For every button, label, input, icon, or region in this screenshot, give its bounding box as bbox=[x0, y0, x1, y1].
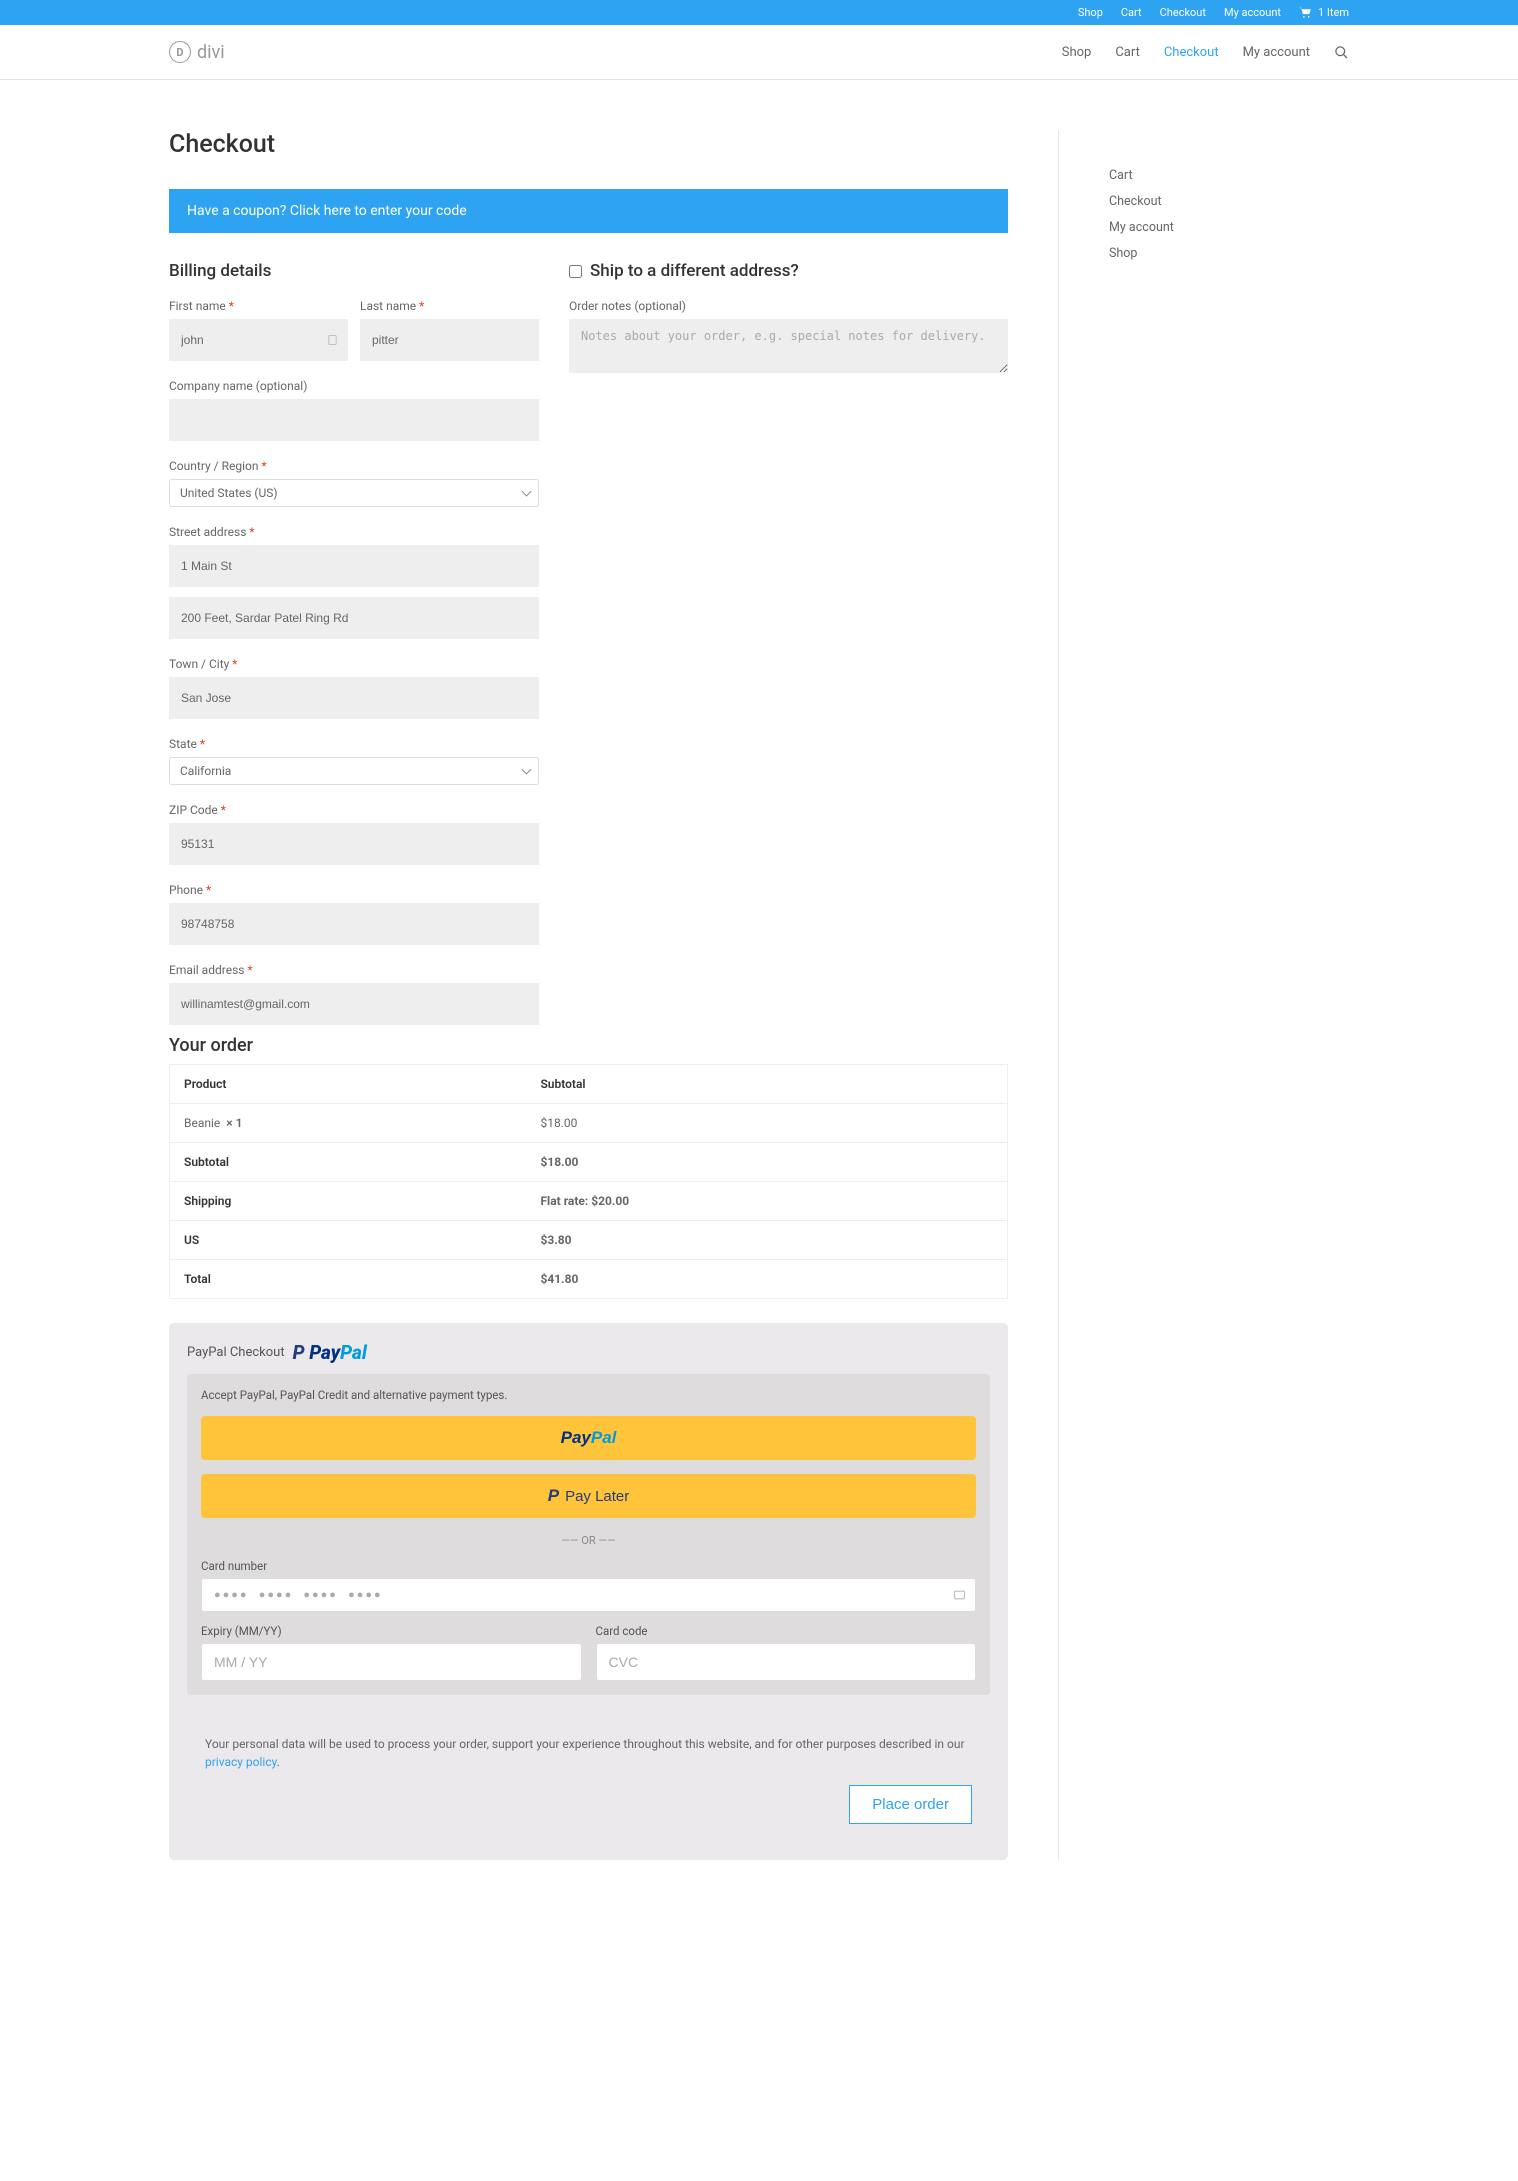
card-number-label: Card number bbox=[201, 1559, 976, 1573]
expiry-input[interactable] bbox=[201, 1643, 582, 1681]
paypal-mark-icon: P bbox=[548, 1486, 559, 1506]
order-table: Product Subtotal Beanie × 1 $18.00 Subto… bbox=[169, 1064, 1008, 1299]
order-item-subtotal: $18.00 bbox=[526, 1104, 1007, 1143]
payment-method-paypal[interactable]: PayPal Checkout P PayPal bbox=[187, 1341, 990, 1364]
nav-link-myaccount[interactable]: My account bbox=[1243, 45, 1310, 60]
paylater-button[interactable]: P Pay Later bbox=[201, 1474, 976, 1518]
cvc-label: Card code bbox=[596, 1624, 977, 1638]
nav-link-checkout[interactable]: Checkout bbox=[1164, 45, 1219, 60]
order-notes-label: Order notes (optional) bbox=[569, 299, 1008, 313]
street-input[interactable] bbox=[169, 545, 539, 587]
billing-heading: Billing details bbox=[169, 261, 539, 281]
cvc-input[interactable] bbox=[596, 1643, 977, 1681]
order-tax-label: US bbox=[170, 1221, 527, 1260]
order-total-label: Total bbox=[170, 1260, 527, 1299]
privacy-note: Your personal data will be used to proce… bbox=[187, 1717, 990, 1842]
sidebar-item-myaccount[interactable]: My account bbox=[1109, 220, 1349, 235]
page-title: Checkout bbox=[169, 130, 1008, 159]
autofill-icon bbox=[327, 334, 338, 347]
topbar-cart-count[interactable]: 1 Item bbox=[1299, 6, 1349, 19]
first-name-label: First name * bbox=[169, 299, 348, 313]
logo-icon: D bbox=[169, 41, 191, 63]
city-label: Town / City * bbox=[169, 657, 539, 671]
state-select[interactable]: California bbox=[169, 757, 539, 785]
ship-different-label: Ship to a different address? bbox=[590, 261, 799, 281]
last-name-input[interactable] bbox=[360, 319, 539, 361]
street2-input[interactable] bbox=[169, 597, 539, 639]
email-label: Email address * bbox=[169, 963, 539, 977]
topbar-link-shop[interactable]: Shop bbox=[1078, 6, 1103, 19]
order-item-row: Beanie × 1 $18.00 bbox=[170, 1104, 1008, 1143]
card-number-input[interactable] bbox=[201, 1578, 976, 1612]
sidebar: Cart Checkout My account Shop bbox=[1109, 130, 1349, 1860]
or-separator: —— OR —— bbox=[201, 1534, 976, 1547]
last-name-label: Last name * bbox=[360, 299, 539, 313]
country-select[interactable]: United States (US) bbox=[169, 479, 539, 507]
cart-icon bbox=[1299, 7, 1312, 18]
card-autofill-icon bbox=[953, 1589, 966, 1602]
order-th-product: Product bbox=[170, 1065, 527, 1104]
sidebar-item-checkout[interactable]: Checkout bbox=[1109, 194, 1349, 209]
sidebar-item-cart[interactable]: Cart bbox=[1109, 168, 1349, 183]
zip-label: ZIP Code * bbox=[169, 803, 539, 817]
zip-input[interactable] bbox=[169, 823, 539, 865]
topbar-link-checkout[interactable]: Checkout bbox=[1160, 6, 1206, 19]
paylater-label: Pay Later bbox=[565, 1488, 629, 1505]
country-label: Country / Region * bbox=[169, 459, 539, 473]
order-tax-value: $3.80 bbox=[540, 1233, 571, 1247]
privacy-policy-link[interactable]: privacy policy bbox=[205, 1755, 277, 1769]
order-heading: Your order bbox=[169, 1035, 1008, 1056]
logo-text: divi bbox=[197, 42, 225, 63]
coupon-notice[interactable]: Have a coupon? Click here to enter your … bbox=[169, 189, 1008, 233]
cart-count-text: 1 Item bbox=[1318, 6, 1349, 19]
paypal-logo: P PayPal bbox=[293, 1341, 367, 1364]
logo[interactable]: D divi bbox=[169, 41, 225, 63]
street-label: Street address * bbox=[169, 525, 539, 539]
search-icon[interactable] bbox=[1334, 45, 1349, 60]
order-subtotal-label: Subtotal bbox=[170, 1143, 527, 1182]
paypal-button-logo: PayPal bbox=[561, 1428, 617, 1448]
first-name-input[interactable] bbox=[169, 319, 348, 361]
order-item-qty: × 1 bbox=[226, 1116, 242, 1130]
payment-box: PayPal Checkout P PayPal Accept PayPal, … bbox=[169, 1323, 1008, 1860]
order-total-value: $41.80 bbox=[540, 1272, 578, 1286]
city-input[interactable] bbox=[169, 677, 539, 719]
ship-different-heading: Ship to a different address? bbox=[569, 261, 1008, 281]
topbar-link-myaccount[interactable]: My account bbox=[1224, 6, 1281, 19]
order-shipping-value: Flat rate: $20.00 bbox=[540, 1194, 629, 1208]
nav-link-shop[interactable]: Shop bbox=[1062, 45, 1092, 60]
company-label: Company name (optional) bbox=[169, 379, 539, 393]
state-label: State * bbox=[169, 737, 539, 751]
phone-label: Phone * bbox=[169, 883, 539, 897]
order-notes-input[interactable] bbox=[569, 319, 1008, 373]
top-bar: Shop Cart Checkout My account 1 Item bbox=[0, 0, 1518, 25]
email-input[interactable] bbox=[169, 983, 539, 1025]
expiry-label: Expiry (MM/YY) bbox=[201, 1624, 582, 1638]
nav-link-cart[interactable]: Cart bbox=[1115, 45, 1140, 60]
sidebar-item-shop[interactable]: Shop bbox=[1109, 246, 1349, 261]
phone-input[interactable] bbox=[169, 903, 539, 945]
payment-description: Accept PayPal, PayPal Credit and alterna… bbox=[201, 1388, 976, 1402]
order-shipping-label: Shipping bbox=[170, 1182, 527, 1221]
ship-different-checkbox[interactable] bbox=[569, 265, 582, 278]
company-input[interactable] bbox=[169, 399, 539, 441]
order-subtotal-value: $18.00 bbox=[540, 1155, 578, 1169]
main-nav: D divi Shop Cart Checkout My account bbox=[0, 25, 1518, 80]
order-th-subtotal: Subtotal bbox=[526, 1065, 1007, 1104]
place-order-button[interactable]: Place order bbox=[849, 1785, 972, 1824]
topbar-link-cart[interactable]: Cart bbox=[1121, 6, 1142, 19]
order-item-name: Beanie bbox=[184, 1116, 220, 1130]
payment-method-label: PayPal Checkout bbox=[187, 1345, 285, 1360]
paypal-button[interactable]: PayPal bbox=[201, 1416, 976, 1460]
